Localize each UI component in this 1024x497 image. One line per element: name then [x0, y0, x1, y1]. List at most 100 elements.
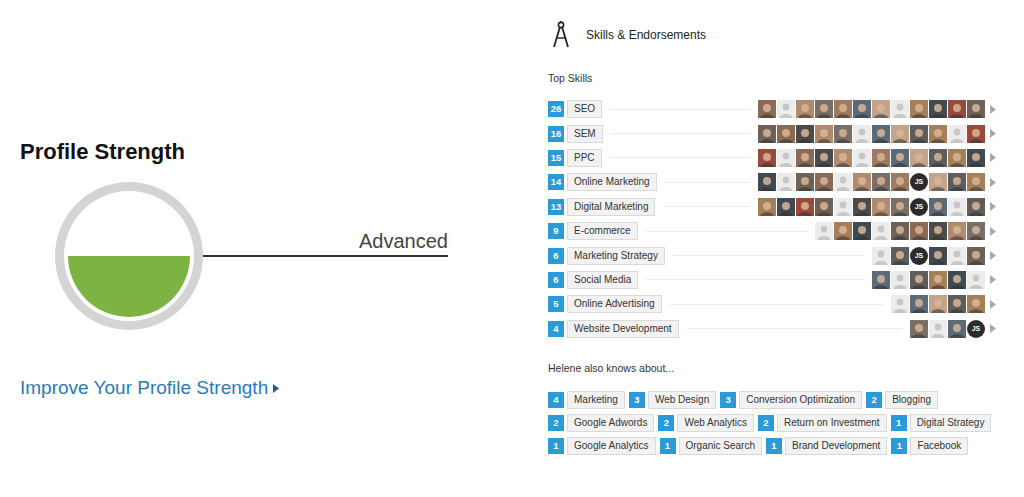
- endorser-photo[interactable]: [777, 125, 795, 143]
- endorser-photo[interactable]: [872, 149, 890, 167]
- improve-profile-link[interactable]: Improve Your Profile Strength: [20, 376, 279, 400]
- expand-arrow-icon[interactable]: [990, 251, 996, 260]
- endorsement-count[interactable]: 13: [548, 199, 564, 215]
- endorser-photo[interactable]: [929, 100, 947, 118]
- endorser-initials-avatar[interactable]: JS: [910, 198, 928, 216]
- default-avatar-icon[interactable]: [777, 173, 795, 191]
- expand-arrow-icon[interactable]: [990, 324, 996, 333]
- endorser-photo[interactable]: [929, 295, 947, 313]
- default-avatar-icon[interactable]: [872, 222, 890, 240]
- endorser-photo[interactable]: [758, 125, 776, 143]
- endorser-photo[interactable]: [758, 173, 776, 191]
- expand-arrow-icon[interactable]: [990, 105, 996, 114]
- endorser-photo[interactable]: [891, 125, 909, 143]
- endorser-photo[interactable]: [967, 198, 985, 216]
- endorser-photo[interactable]: [796, 198, 814, 216]
- endorser-photo[interactable]: [834, 222, 852, 240]
- endorser-photo[interactable]: [948, 320, 966, 338]
- default-avatar-icon[interactable]: [777, 100, 795, 118]
- endorsement-count[interactable]: 5: [548, 296, 564, 312]
- expand-arrow-icon[interactable]: [990, 300, 996, 309]
- endorser-photo[interactable]: [796, 125, 814, 143]
- endorser-photo[interactable]: [967, 173, 985, 191]
- endorser-photo[interactable]: [815, 198, 833, 216]
- endorser-photo[interactable]: [929, 198, 947, 216]
- endorsement-count[interactable]: 1: [548, 438, 564, 454]
- skill-label[interactable]: E-commerce: [567, 222, 638, 240]
- default-avatar-icon[interactable]: [834, 173, 852, 191]
- endorsement-count[interactable]: 6: [548, 272, 564, 288]
- default-avatar-icon[interactable]: [948, 247, 966, 265]
- endorser-photo[interactable]: [815, 149, 833, 167]
- default-avatar-icon[interactable]: [891, 271, 909, 289]
- skill-label[interactable]: Marketing: [567, 391, 625, 409]
- endorser-photo[interactable]: [891, 247, 909, 265]
- skill-label[interactable]: Blogging: [885, 391, 938, 409]
- endorser-photo[interactable]: [910, 295, 928, 313]
- skill-label[interactable]: Online Marketing: [567, 173, 657, 191]
- endorsement-count[interactable]: 26: [548, 101, 564, 117]
- endorsement-count[interactable]: 3: [720, 392, 736, 408]
- endorser-initials-avatar[interactable]: JS: [967, 320, 985, 338]
- endorser-photo[interactable]: [929, 222, 947, 240]
- skill-label[interactable]: SEO: [567, 100, 602, 118]
- skill-tag[interactable]: 2Google Adwords: [548, 414, 654, 432]
- endorser-photo[interactable]: [910, 222, 928, 240]
- skill-label[interactable]: Social Media: [567, 271, 638, 289]
- endorser-photo[interactable]: [891, 149, 909, 167]
- endorsement-count[interactable]: 2: [658, 415, 674, 431]
- endorsement-count[interactable]: 14: [548, 174, 564, 190]
- endorser-photo[interactable]: [910, 125, 928, 143]
- skill-label[interactable]: Digital Strategy: [910, 414, 992, 432]
- endorsement-count[interactable]: 2: [758, 415, 774, 431]
- endorser-photo[interactable]: [758, 198, 776, 216]
- endorser-photo[interactable]: [967, 247, 985, 265]
- endorser-initials-avatar[interactable]: JS: [910, 247, 928, 265]
- skill-label[interactable]: Online Advertising: [567, 295, 662, 313]
- endorser-photo[interactable]: [796, 100, 814, 118]
- default-avatar-icon[interactable]: [891, 295, 909, 313]
- endorser-photo[interactable]: [948, 149, 966, 167]
- endorser-photo[interactable]: [872, 173, 890, 191]
- skill-label[interactable]: PPC: [567, 149, 602, 167]
- skill-label[interactable]: Conversion Optimization: [739, 391, 862, 409]
- expand-arrow-icon[interactable]: [990, 202, 996, 211]
- endorser-photo[interactable]: [815, 173, 833, 191]
- endorsement-count[interactable]: 4: [548, 321, 564, 337]
- endorser-photo[interactable]: [891, 198, 909, 216]
- endorser-photo[interactable]: [967, 125, 985, 143]
- expand-arrow-icon[interactable]: [990, 178, 996, 187]
- endorser-photo[interactable]: [891, 222, 909, 240]
- skill-label[interactable]: Return on Investment: [777, 414, 887, 432]
- default-avatar-icon[interactable]: [948, 198, 966, 216]
- endorsement-count[interactable]: 3: [629, 392, 645, 408]
- endorsement-count[interactable]: 16: [548, 126, 564, 142]
- endorser-photo[interactable]: [929, 271, 947, 289]
- skill-tag[interactable]: 1Google Analytics: [548, 437, 656, 455]
- endorser-photo[interactable]: [872, 198, 890, 216]
- endorser-photo[interactable]: [948, 173, 966, 191]
- endorser-photo[interactable]: [891, 173, 909, 191]
- skill-label[interactable]: Brand Development: [785, 437, 887, 455]
- endorser-photo[interactable]: [872, 100, 890, 118]
- skill-label[interactable]: Google Analytics: [567, 437, 656, 455]
- skill-tag[interactable]: 4Marketing: [548, 391, 625, 409]
- endorsement-count[interactable]: 2: [548, 415, 564, 431]
- default-avatar-icon[interactable]: [853, 149, 871, 167]
- expand-arrow-icon[interactable]: [990, 129, 996, 138]
- endorser-photo[interactable]: [967, 222, 985, 240]
- endorsement-count[interactable]: 1: [891, 415, 907, 431]
- endorser-photo[interactable]: [872, 125, 890, 143]
- default-avatar-icon[interactable]: [872, 247, 890, 265]
- default-avatar-icon[interactable]: [929, 320, 947, 338]
- endorser-photo[interactable]: [834, 125, 852, 143]
- endorser-photo[interactable]: [910, 100, 928, 118]
- skill-label[interactable]: Facebook: [910, 437, 968, 455]
- skill-label[interactable]: Digital Marketing: [567, 198, 655, 216]
- skill-label[interactable]: Marketing Strategy: [567, 247, 665, 265]
- endorser-photo[interactable]: [815, 100, 833, 118]
- endorser-photo[interactable]: [853, 173, 871, 191]
- skill-label[interactable]: Web Design: [648, 391, 716, 409]
- default-avatar-icon[interactable]: [967, 271, 985, 289]
- endorsement-count[interactable]: 4: [548, 392, 564, 408]
